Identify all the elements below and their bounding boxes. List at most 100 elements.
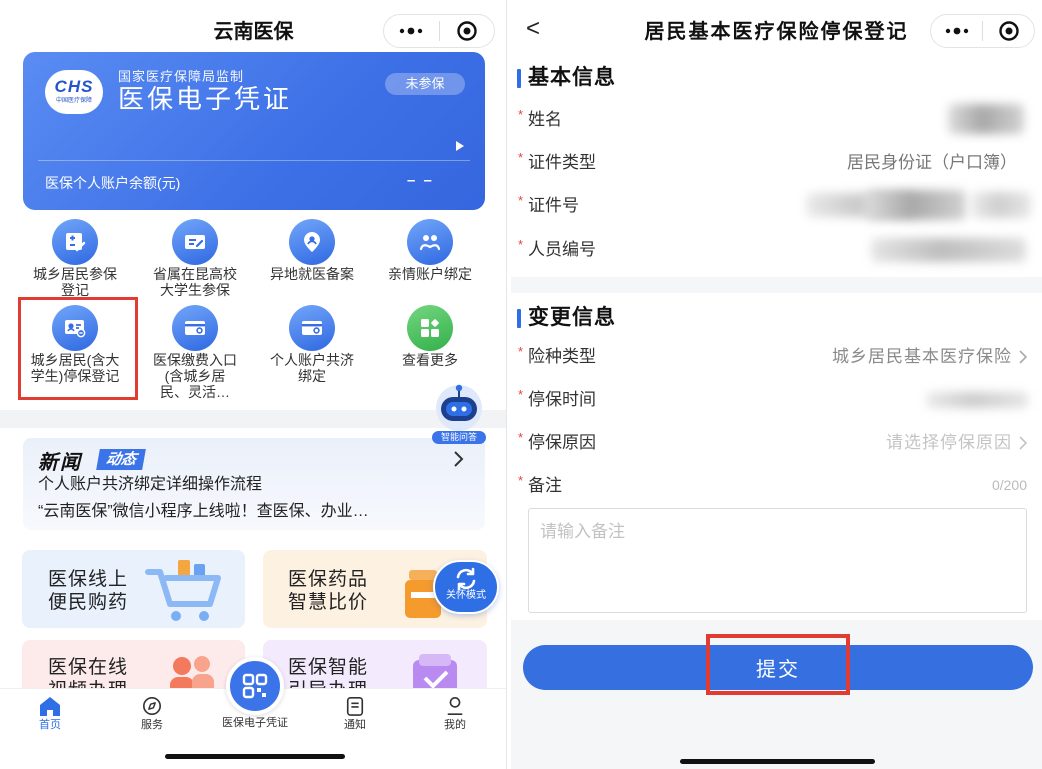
- tab-label: 通知: [344, 719, 366, 731]
- char-counter: 0/200: [991, 477, 1027, 493]
- required-mark: *: [518, 387, 524, 402]
- section-accent-bar: [517, 69, 521, 88]
- target-icon[interactable]: [983, 15, 1034, 47]
- required-mark: *: [518, 107, 524, 122]
- stop-insurance-form-screen: < 居民基本医疗保险停保登记 基本信息 * 姓名 * 证件类型 居民身份证（户口…: [511, 0, 1042, 769]
- home-screen: 云南医保 CHS 中国医疗保障 国家医疗保障局监制 医保电子凭证 未参保 医保个…: [0, 0, 507, 769]
- blurred-value: [971, 192, 1031, 218]
- ai-assistant-button[interactable]: 智能问答: [428, 380, 490, 444]
- tab-label: 首页: [39, 719, 61, 731]
- service-card-online-pharmacy[interactable]: 医保线上 便民购药: [22, 550, 245, 628]
- grid-item-more[interactable]: 查看更多: [370, 305, 490, 368]
- field-label: 险种类型: [528, 347, 596, 366]
- shopping-cart-icon: [140, 556, 232, 628]
- grid-item-student-insurance[interactable]: 省属在昆高校 大学生参保: [135, 219, 255, 298]
- field-insurance-type[interactable]: * 险种类型 城乡居民基本医疗保险: [511, 344, 1042, 370]
- assistant-label: 智能问答: [432, 431, 486, 444]
- grid-item-payment-entry[interactable]: 医保缴费入口 (含城乡居 民、灵活…: [135, 305, 255, 400]
- mini-program-capsule: [383, 14, 495, 48]
- field-label: 停保时间: [528, 390, 596, 409]
- status-badge: 未参保: [385, 73, 465, 95]
- tab-services[interactable]: 服务: [122, 689, 182, 732]
- news-tag: 动态: [96, 449, 146, 470]
- mini-program-capsule: [930, 14, 1035, 48]
- insurance-register-icon: [52, 219, 98, 265]
- chevron-right-icon: [1018, 435, 1028, 456]
- section-title-change: 变更信息: [528, 306, 616, 329]
- tab-notice[interactable]: 通知: [325, 689, 385, 732]
- home-icon: [40, 697, 60, 716]
- required-mark: *: [518, 473, 524, 488]
- field-value: 居民身份证（户口簿）: [847, 153, 1017, 172]
- tab-e-certificate[interactable]: [226, 657, 284, 715]
- blurred-value: [866, 190, 966, 220]
- field-label: 证件类型: [528, 153, 596, 172]
- tab-label: 服务: [141, 719, 163, 731]
- more-services-icon: [407, 305, 453, 351]
- grid-item-label: 亲情账户绑定: [388, 266, 472, 282]
- highlight-box: [706, 634, 850, 695]
- grid-item-resident-enroll[interactable]: 城乡居民参保 登记: [15, 219, 135, 298]
- required-mark: *: [518, 430, 524, 445]
- home-indicator: [680, 759, 875, 764]
- chs-logo: CHS 中国医疗保障: [45, 70, 103, 114]
- grid-item-label: 异地就医备案: [270, 266, 354, 282]
- care-mode-label: 关怀模式: [446, 590, 486, 601]
- student-insurance-icon: [172, 219, 218, 265]
- required-mark: *: [518, 150, 524, 165]
- field-label: 姓名: [528, 110, 562, 129]
- blurred-value: [948, 104, 1024, 134]
- news-section: 新闻 动态 个人账户共济绑定详细操作流程 “云南医保”微信小程序上线啦！查医保、…: [23, 438, 485, 530]
- chevron-right-icon: [1018, 349, 1028, 370]
- service-card-label: 医保药品 智慧比价: [288, 569, 369, 613]
- field-label: 停保原因: [528, 433, 596, 452]
- tab-mine[interactable]: 我的: [425, 689, 485, 732]
- tab-label: 我的: [444, 719, 466, 731]
- remark-textarea[interactable]: [528, 508, 1027, 613]
- grid-item-account-share[interactable]: 个人账户共济 绑定: [252, 305, 372, 384]
- grid-item-remote-medical[interactable]: 异地就医备案: [252, 219, 372, 282]
- home-indicator: [165, 754, 345, 759]
- notice-icon: [346, 697, 364, 716]
- required-mark: *: [518, 344, 524, 359]
- field-value: 城乡居民基本医疗保险: [832, 347, 1012, 366]
- payment-wallet-icon: [172, 305, 218, 351]
- tab-home[interactable]: 首页: [20, 689, 80, 732]
- family-binding-icon: [407, 219, 453, 265]
- user-icon: [447, 697, 463, 715]
- service-card-label: 医保线上 便民购药: [48, 569, 129, 613]
- field-remark: * 备注 0/200: [511, 473, 1042, 497]
- robot-icon: [436, 384, 482, 431]
- news-item[interactable]: “云南医保”微信小程序上线啦！查医保、办业…: [38, 502, 369, 522]
- more-dots-icon[interactable]: [384, 15, 439, 47]
- grid-item-label: 查看更多: [402, 352, 458, 368]
- balance-value: – –: [407, 172, 434, 189]
- balance-label: 医保个人账户余额(元): [45, 175, 181, 191]
- more-dots-icon[interactable]: [931, 15, 982, 47]
- section-accent-bar: [517, 309, 521, 328]
- field-label: 人员编号: [528, 240, 596, 259]
- medical-insurance-card[interactable]: CHS 中国医疗保障 国家医疗保障局监制 医保电子凭证 未参保 医保个人账户余额…: [23, 52, 485, 210]
- news-item[interactable]: 个人账户共济绑定详细操作流程: [38, 475, 262, 495]
- field-stop-reason[interactable]: * 停保原因 请选择停保原因: [511, 430, 1042, 456]
- blurred-value: [871, 238, 1026, 262]
- field-id-type: * 证件类型 居民身份证（户口簿）: [511, 150, 1042, 174]
- chevron-right-icon[interactable]: [453, 450, 465, 473]
- highlight-box: [18, 297, 138, 400]
- card-divider: [38, 160, 470, 161]
- blurred-value: [926, 392, 1028, 408]
- field-placeholder: 请选择停保原因: [886, 433, 1012, 452]
- required-mark: *: [518, 237, 524, 252]
- remote-medical-icon: [289, 219, 335, 265]
- care-mode-button[interactable]: 关怀模式: [433, 560, 499, 614]
- grid-item-family-binding[interactable]: 亲情账户绑定: [370, 219, 490, 282]
- grid-item-label: 医保缴费入口 (含城乡居 民、灵活…: [153, 352, 237, 400]
- qr-code-icon: [242, 673, 268, 699]
- play-arrow-icon[interactable]: [455, 138, 464, 156]
- target-icon[interactable]: [440, 15, 495, 47]
- field-label: 证件号: [528, 196, 579, 215]
- tab-label: 医保电子凭证: [222, 717, 288, 729]
- grid-item-label: 城乡居民参保 登记: [33, 266, 117, 298]
- refresh-icon: [456, 567, 476, 591]
- required-mark: *: [518, 193, 524, 208]
